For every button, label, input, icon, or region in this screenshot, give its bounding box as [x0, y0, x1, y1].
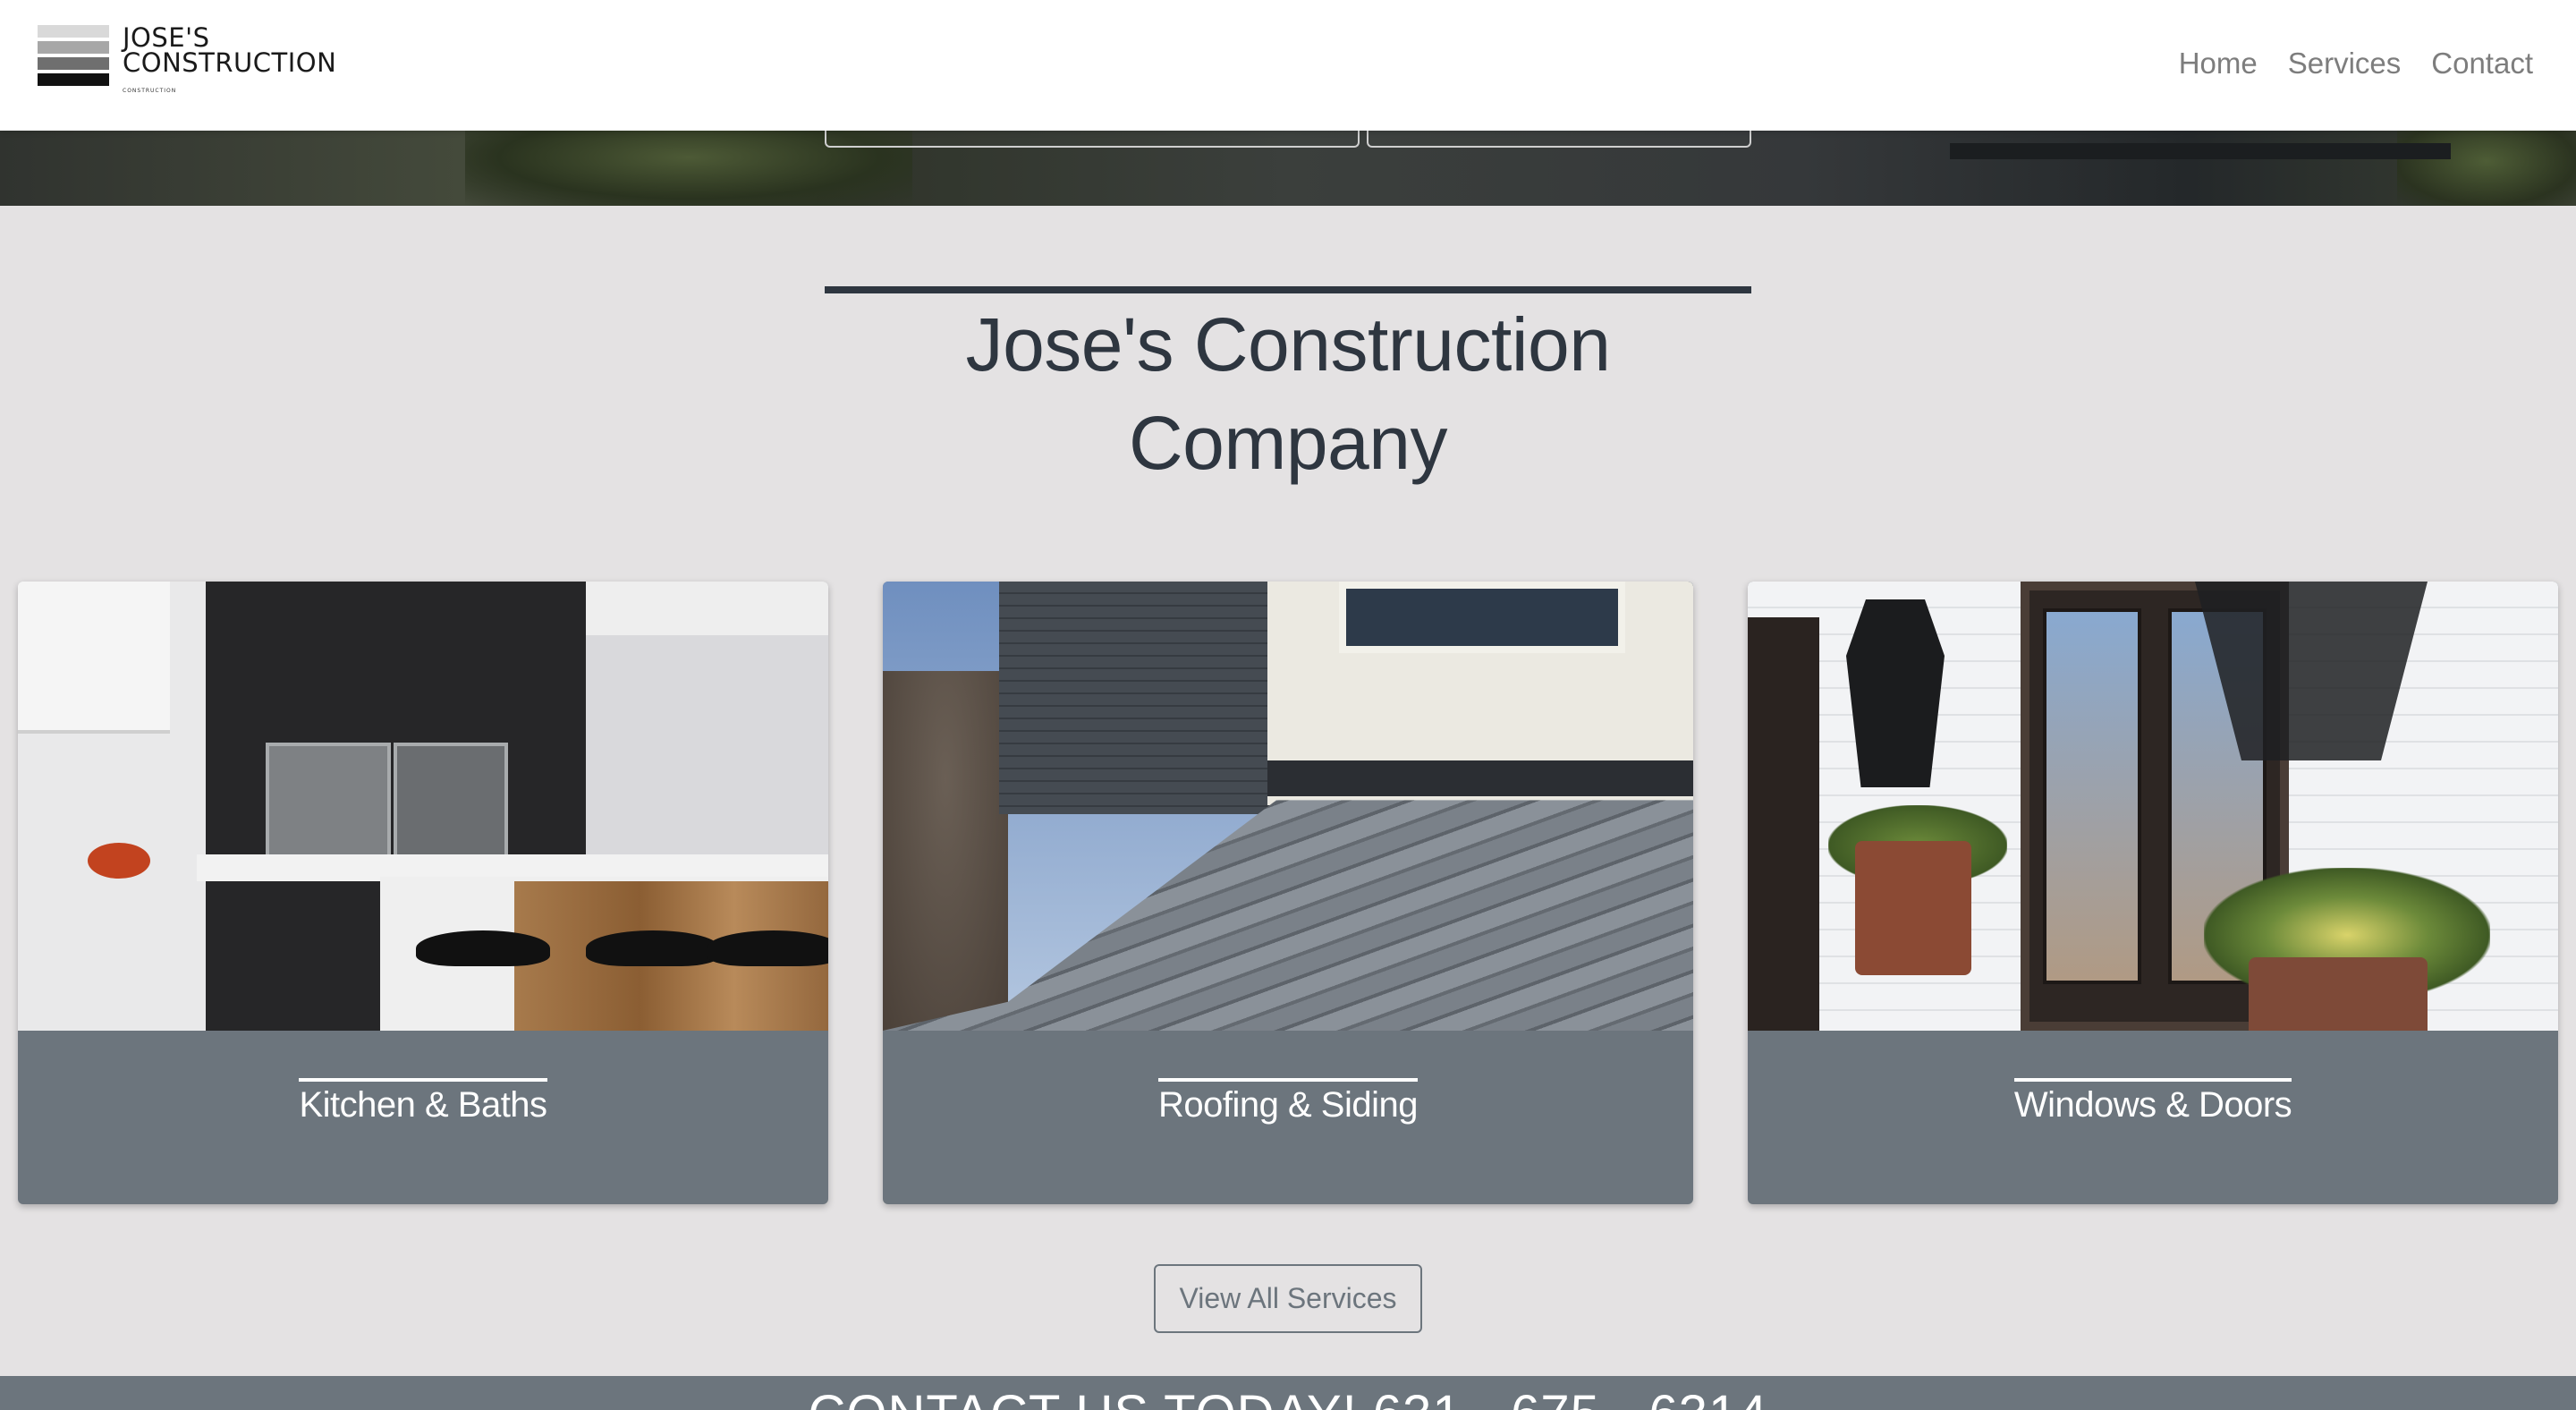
service-card-windows[interactable]: Windows & Doors: [1748, 582, 2558, 1204]
card-label-wrap: Roofing & Siding: [883, 1078, 1693, 1126]
contact-banner: CONTACT US TODAY! 631 - 675 - 6314: [0, 1376, 2576, 1410]
card-label-wrap: Windows & Doors: [1748, 1078, 2558, 1126]
nav-link-home[interactable]: Home: [2179, 47, 2258, 81]
logo-subtext: CONSTRUCTION: [123, 88, 177, 94]
card-label-wrap: Kitchen & Baths: [18, 1078, 828, 1126]
roof-photo: [883, 582, 1693, 1031]
contact-text[interactable]: CONTACT US TODAY! 631 - 675 - 6314: [0, 1388, 2576, 1410]
card-label[interactable]: Windows & Doors: [2013, 1078, 2292, 1126]
brand-logo[interactable]: JOSE'S CONSTRUCTION CONSTRUCTION: [38, 25, 336, 97]
doors-photo: [1748, 582, 2558, 1031]
title-rule: [825, 286, 1751, 293]
service-card-roofing[interactable]: Roofing & Siding: [883, 582, 1693, 1204]
hero-roofline: [1950, 143, 2451, 159]
card-label[interactable]: Roofing & Siding: [1158, 1078, 1418, 1126]
nav-links: Home Services Contact: [2179, 47, 2533, 81]
page: JOSE'S CONSTRUCTION CONSTRUCTION Home Se…: [0, 0, 2576, 1410]
logo-bars-icon: [38, 25, 109, 89]
view-all-services-button[interactable]: View All Services: [1154, 1264, 1422, 1333]
service-card-kitchen[interactable]: Kitchen & Baths: [18, 582, 828, 1204]
logo-line-1: JOSE'S: [123, 22, 210, 53]
navbar: JOSE'S CONSTRUCTION CONSTRUCTION Home Se…: [0, 0, 2576, 131]
logo-text: JOSE'S CONSTRUCTION: [123, 22, 337, 78]
card-label[interactable]: Kitchen & Baths: [299, 1078, 547, 1126]
kitchen-photo: [18, 582, 828, 1031]
page-title: Jose's Construction Company: [965, 302, 1611, 485]
logo-line-2: CONSTRUCTION: [123, 47, 337, 78]
nav-link-services[interactable]: Services: [2288, 47, 2402, 81]
title-section: Jose's Construction Company: [825, 286, 1751, 492]
nav-link-contact[interactable]: Contact: [2431, 47, 2533, 81]
